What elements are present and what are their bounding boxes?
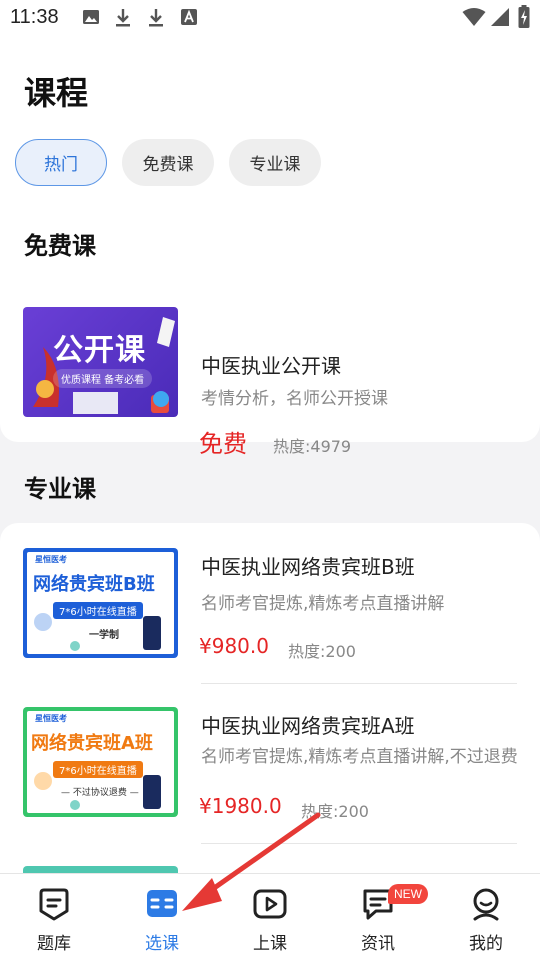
signal-icon [491, 8, 509, 26]
wifi-icon [462, 8, 486, 26]
pro-course-price: ¥980.0 [199, 634, 269, 658]
free-course-heat: 热度:4979 [273, 437, 352, 456]
free-section-title: 免费课 [24, 232, 96, 260]
keyboard-app-icon [181, 9, 197, 25]
pro-course-price: ¥1980.0 [199, 794, 282, 818]
pro-course-desc: 名师考官提炼,精炼考点直播讲解,不过退费 [201, 747, 518, 767]
phone-illustration [34, 772, 161, 810]
page-title: 课程 [24, 74, 89, 112]
status-time: 11:38 [10, 6, 59, 28]
tab-label: 上课 [253, 934, 287, 954]
tab-question-bank[interactable]: 题库 [0, 874, 108, 960]
pro-course-desc: 名师考官提炼,精炼考点直播讲解 [201, 594, 445, 614]
tab-label: 我的 [469, 934, 503, 954]
free-course-card[interactable]: 公开课 优质课程 备考必看 中医执业公开课 考情分析，名师公开授课 免费 热度:… [0, 293, 540, 458]
pro-course-heat: 热度:200 [288, 642, 356, 661]
download-icon [116, 9, 130, 27]
tab-label: 选课 [145, 934, 179, 954]
free-course-desc: 考情分析，名师公开授课 [201, 389, 388, 409]
free-course-price: 免费 [199, 430, 247, 458]
top-card: 课程 热门 免费课 专业课 免费课 公开课 优质课程 备考必看 中医执业公开课 … [0, 38, 540, 458]
gallery-icon [83, 10, 99, 24]
tab-class[interactable]: 上课 [216, 874, 324, 960]
play-class-icon [253, 889, 287, 919]
pro-course-thumbnail: 星恒医考 网络贵宾班A班 7*6小时在线直播 — 不过协议退费 — [23, 707, 178, 817]
download-icon [149, 9, 163, 27]
tab-label: 题库 [37, 934, 71, 954]
question-bank-icon [39, 888, 69, 921]
battery-icon [518, 5, 530, 28]
phone-illustration [34, 613, 161, 651]
filter-chip-hot[interactable]: 热门 [15, 139, 107, 186]
pro-course-title: 中医执业网络贵宾班A班 [201, 714, 415, 738]
pro-section-title: 专业课 [24, 475, 96, 503]
status-bar: 11:38 [0, 0, 540, 38]
profile-icon [473, 888, 499, 921]
pro-course-card[interactable]: 星恒医考 网络贵宾班A班 7*6小时在线直播 — 不过协议退费 — 中医执业网络… [0, 684, 540, 844]
pro-course-thumbnail: 星恒医考 网络贵宾班B班 7*6小时在线直播 一学制 [23, 548, 178, 658]
bottom-tab-bar: 题库 选课 上课 资讯 我的 [0, 873, 540, 960]
tab-profile[interactable]: 我的 [432, 874, 540, 960]
select-course-icon [147, 890, 177, 917]
free-course-title: 中医执业公开课 [201, 354, 341, 378]
pro-course-heat: 热度:200 [301, 802, 369, 821]
pro-course-card[interactable]: 星恒医考 网络贵宾班B班 7*6小时在线直播 一学制 中医执业网络贵宾班B班 名… [0, 523, 540, 683]
free-course-thumbnail: 公开课 优质课程 备考必看 [23, 307, 178, 417]
news-new-badge: NEW [388, 884, 428, 904]
pro-course-title: 中医执业网络贵宾班B班 [201, 555, 415, 579]
free-course-image-text: 公开课 [53, 333, 146, 368]
tab-label: 资讯 [361, 934, 395, 954]
tab-select-course[interactable]: 选课 [108, 874, 216, 960]
filter-chip-pro[interactable]: 专业课 [229, 139, 321, 186]
pro-course-list: 星恒医考 网络贵宾班B班 7*6小时在线直播 一学制 中医执业网络贵宾班B班 名… [0, 523, 540, 883]
filter-chip-free[interactable]: 免费课 [122, 139, 214, 186]
free-course-image-subtitle: 优质课程 备考必看 [53, 369, 153, 388]
